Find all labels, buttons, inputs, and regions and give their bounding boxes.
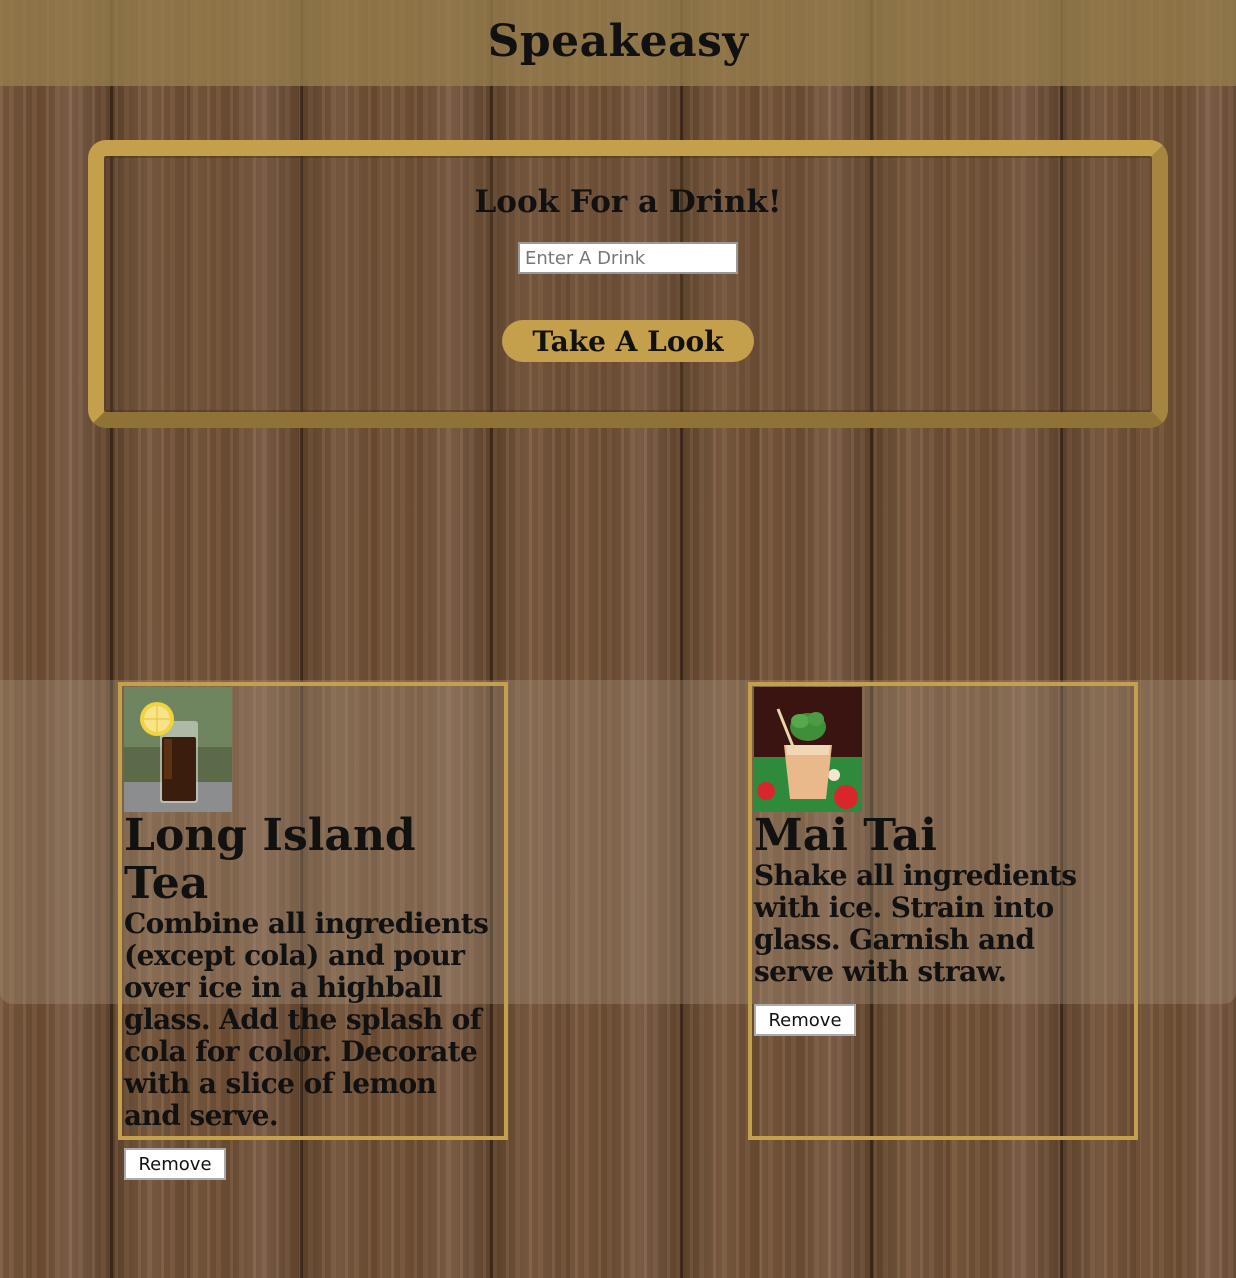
remove-button[interactable]: Remove [124, 1148, 226, 1180]
long-island-tea-photo [124, 687, 232, 812]
drink-card: Long Island Tea Combine all ingredients … [118, 682, 508, 1180]
drink-instructions: Combine all ingredients (except cola) an… [124, 907, 489, 1132]
drink-search-input[interactable] [518, 242, 738, 274]
drink-instructions: Shake all ingredients with ice. Strain i… [754, 859, 1077, 988]
site-title: Speakeasy [487, 16, 749, 67]
drink-details: Mai Tai Shake all ingredients with ice. … [754, 812, 1134, 1036]
mai-tai-photo [754, 687, 862, 812]
remove-button[interactable]: Remove [754, 1004, 856, 1036]
search-heading: Look For a Drink! [474, 184, 782, 220]
take-a-look-button[interactable]: Take A Look [502, 320, 754, 362]
drink-card: Mai Tai Shake all ingredients with ice. … [748, 682, 1138, 1140]
drink-name: Long Island Tea [124, 810, 416, 909]
drink-details: Long Island Tea Combine all ingredients … [124, 812, 504, 1180]
header-bar: Speakeasy [0, 0, 1236, 86]
drink-name: Mai Tai [754, 810, 938, 861]
search-panel: Look For a Drink! Take A Look [88, 140, 1168, 428]
